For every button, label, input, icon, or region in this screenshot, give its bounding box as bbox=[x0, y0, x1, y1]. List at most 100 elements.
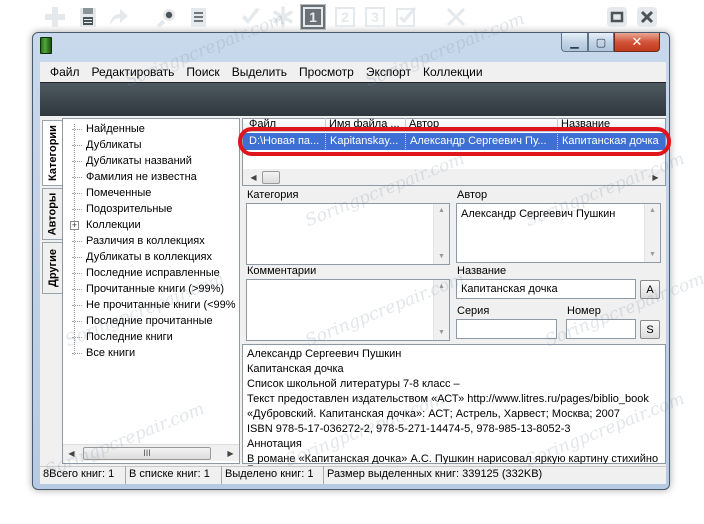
view3-icon[interactable]: 3 bbox=[362, 4, 388, 30]
scroll-right-icon[interactable]: ▶ bbox=[222, 445, 239, 462]
delete-icon[interactable] bbox=[443, 4, 469, 30]
tab-categories-label: Категории bbox=[46, 125, 59, 181]
checkbox-icon[interactable] bbox=[393, 4, 419, 30]
description-line: Аннотация bbox=[247, 438, 302, 450]
scroll-up-icon[interactable]: ▲ bbox=[434, 280, 449, 294]
scroll-up-icon[interactable]: ▲ bbox=[434, 204, 449, 218]
description-line: Список школьной литературы 7-8 класс – bbox=[247, 378, 460, 390]
toolbar bbox=[40, 82, 666, 116]
notepad-icon[interactable] bbox=[186, 4, 212, 30]
menu-search[interactable]: Поиск bbox=[180, 63, 225, 81]
author-label: Автор bbox=[457, 189, 488, 201]
tree-item[interactable]: Прочитанные книги (>99%) bbox=[86, 282, 224, 297]
tab-authors[interactable]: Авторы bbox=[42, 188, 62, 240]
menu-view[interactable]: Просмотр bbox=[293, 63, 360, 81]
save-icon[interactable] bbox=[75, 4, 101, 30]
tab-authors-label: Авторы bbox=[46, 192, 59, 236]
expand-plus-icon[interactable]: + bbox=[70, 221, 79, 230]
tree-item[interactable]: Помеченные bbox=[86, 186, 151, 201]
number-value bbox=[567, 320, 635, 326]
view2-icon[interactable]: 2 bbox=[332, 4, 358, 30]
tab-categories[interactable]: Категории bbox=[42, 120, 62, 186]
close-panel-icon[interactable] bbox=[634, 4, 660, 30]
description-line: Текст предоставлен издательством «АСТ» h… bbox=[247, 393, 649, 405]
number-label: Номер bbox=[567, 305, 601, 317]
series-label: Серия bbox=[457, 305, 490, 317]
tree-item[interactable]: Не прочитанные книги (<99% bbox=[86, 298, 236, 313]
tab-other-label: Другие bbox=[46, 249, 59, 287]
comments-field[interactable] bbox=[246, 279, 450, 341]
category-value bbox=[247, 204, 449, 210]
svg-text:2: 2 bbox=[341, 9, 349, 25]
title-a-button[interactable]: A bbox=[640, 280, 660, 299]
number-field[interactable] bbox=[566, 319, 636, 339]
svg-text:1: 1 bbox=[309, 9, 317, 25]
scroll-down-icon[interactable]: ▼ bbox=[434, 326, 449, 340]
close-button[interactable]: ✕ bbox=[614, 33, 660, 52]
scroll-left-icon[interactable]: ◀ bbox=[63, 445, 80, 462]
forward-icon[interactable] bbox=[105, 4, 131, 30]
view1-icon[interactable]: 1 bbox=[300, 4, 326, 30]
category-field[interactable] bbox=[246, 203, 450, 265]
scroll-right-icon[interactable]: ▶ bbox=[647, 169, 664, 186]
scroll-up-icon[interactable]: ▲ bbox=[645, 204, 660, 218]
scroll-down-icon[interactable]: ▼ bbox=[645, 248, 660, 262]
author-value: Александр Сергеевич Пушкин bbox=[461, 208, 616, 220]
description-line: «Дубровский. Капитанская дочка»: АСТ; Ас… bbox=[247, 408, 620, 420]
status-selected: Выделено книг: 1 bbox=[222, 466, 324, 484]
tree-horizontal-scrollbar[interactable]: ◀ III ▶ bbox=[63, 444, 239, 461]
list-horizontal-scrollbar[interactable]: ◀ ▶ bbox=[243, 169, 665, 185]
red-highlight-annotation bbox=[238, 127, 671, 156]
menu-collections[interactable]: Коллекции bbox=[417, 63, 489, 81]
restore-icon[interactable] bbox=[604, 4, 630, 30]
comments-scrollbar[interactable]: ▲ ▼ bbox=[433, 280, 449, 340]
tree-item[interactable]: Последние прочитанные bbox=[86, 314, 213, 329]
comments-value bbox=[247, 280, 449, 286]
tree-item[interactable]: Различия в коллекциях bbox=[86, 234, 205, 249]
title-field[interactable]: Капитанская дочка bbox=[456, 279, 636, 299]
maximize-button[interactable]: ▢ bbox=[588, 33, 614, 52]
comments-label: Комментарии bbox=[247, 265, 317, 277]
description-line: Капитанская дочка bbox=[247, 363, 344, 375]
scroll-down-icon[interactable]: ▼ bbox=[434, 250, 449, 264]
series-s-button[interactable]: S bbox=[640, 320, 660, 339]
series-value bbox=[457, 320, 556, 326]
menu-edit[interactable]: Редактировать bbox=[86, 63, 181, 81]
menu-bar: Файл Редактировать Поиск Выделить Просмо… bbox=[40, 62, 666, 82]
status-in-list: В списке книг: 1 bbox=[126, 466, 222, 484]
status-total: 8Всего книг: 1 bbox=[40, 466, 126, 484]
asterisk-icon[interactable] bbox=[270, 4, 296, 30]
tree-item[interactable]: Последние исправленные bbox=[86, 266, 220, 281]
menu-file[interactable]: Файл bbox=[44, 63, 86, 81]
tree-item-collections[interactable]: Коллекции bbox=[86, 218, 141, 233]
svg-text:3: 3 bbox=[371, 9, 379, 25]
tree-item[interactable]: Фамилия не известна bbox=[86, 170, 197, 185]
description-line: Александр Сергеевич Пушкин bbox=[247, 348, 402, 360]
tree-item[interactable]: Последние книги bbox=[86, 330, 173, 345]
title-value: Капитанская дочка bbox=[461, 283, 558, 295]
scroll-thumb[interactable] bbox=[262, 171, 280, 184]
tree-item[interactable]: Подозрительные bbox=[86, 202, 172, 217]
author-scrollbar[interactable]: ▲ ▼ bbox=[644, 204, 660, 262]
menu-select[interactable]: Выделить bbox=[226, 63, 293, 81]
series-field[interactable] bbox=[456, 319, 557, 339]
author-field[interactable]: Александр Сергеевич Пушкин bbox=[456, 203, 661, 263]
check-icon[interactable] bbox=[238, 4, 264, 30]
status-selected-size: Размер выделенных книг: 339125 (332KB) bbox=[327, 468, 543, 480]
tree-item[interactable]: Найденные bbox=[86, 122, 145, 137]
menu-export[interactable]: Экспорт bbox=[360, 63, 417, 81]
tree-item[interactable]: Все книги bbox=[86, 346, 135, 361]
tree-item[interactable]: Дубликаты названий bbox=[86, 154, 192, 169]
description-line: ISBN 978-5-17-036272-2, 978-5-271-14474-… bbox=[247, 423, 571, 435]
scroll-thumb[interactable]: III bbox=[83, 447, 211, 460]
tree-item[interactable]: Дубликаты в коллекциях bbox=[86, 250, 212, 265]
add-icon[interactable] bbox=[42, 4, 68, 30]
scroll-left-icon[interactable]: ◀ bbox=[245, 169, 262, 186]
category-scrollbar[interactable]: ▲ ▼ bbox=[433, 204, 449, 264]
category-label: Категория bbox=[247, 189, 299, 201]
minimize-button[interactable]: ▁ bbox=[561, 33, 588, 52]
search-icon[interactable] bbox=[155, 4, 181, 30]
tab-other[interactable]: Другие bbox=[42, 242, 62, 294]
tree-item[interactable]: Дубликаты bbox=[86, 138, 142, 153]
title-label: Название bbox=[457, 265, 507, 277]
